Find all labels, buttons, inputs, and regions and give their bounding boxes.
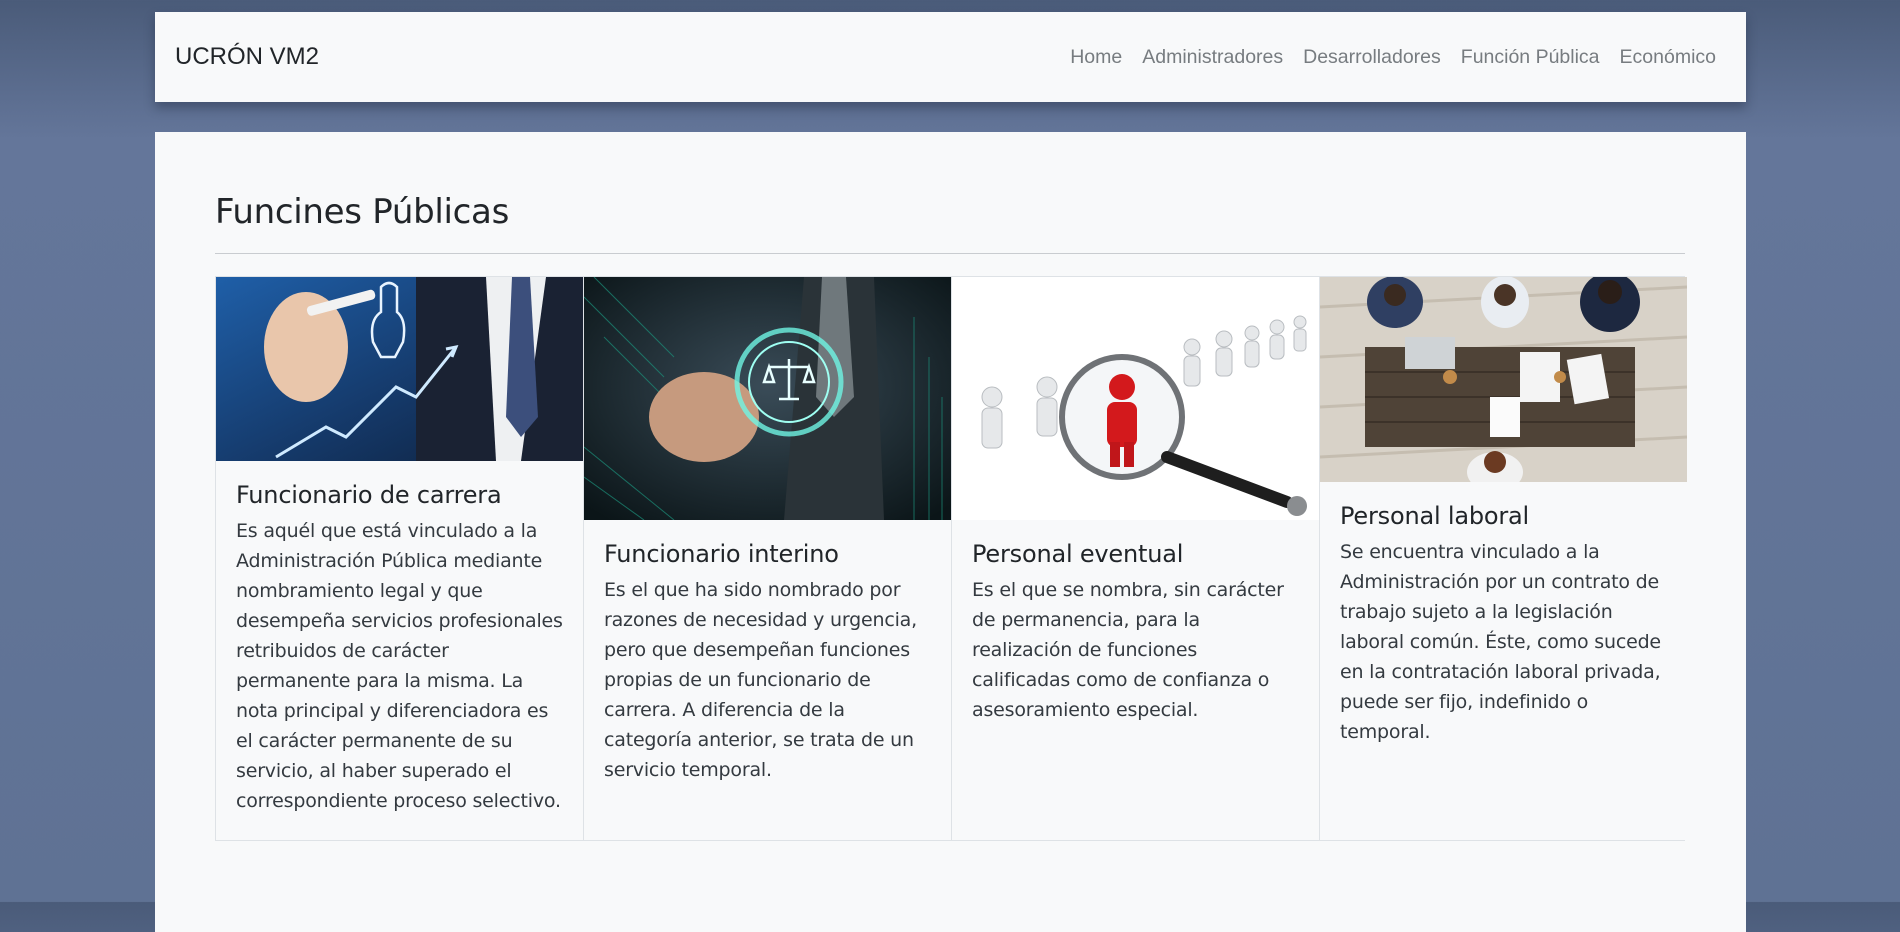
office-meeting-table-image	[1320, 277, 1687, 482]
title-divider	[215, 253, 1685, 254]
card-personal-eventual: Personal eventual Es el que se nombra, s…	[952, 277, 1320, 840]
nav-desarrolladores[interactable]: Desarrolladores	[1293, 46, 1451, 69]
nav-home[interactable]: Home	[1060, 46, 1132, 69]
card-body: Personal eventual Es el que se nombra, s…	[952, 520, 1319, 725]
brand-link[interactable]: UCRÓN VM2	[175, 43, 319, 71]
card-personal-laboral: Personal laboral Se encuentra vinculado …	[1320, 277, 1687, 840]
main-container: Funcines Públicas Funcionario de carrera…	[155, 132, 1746, 932]
card-text: Es el que ha sido nombrado por razones d…	[604, 579, 917, 781]
card-funcionario-interino: Funcionario interino Es el que ha sido n…	[584, 277, 952, 840]
card-text: Es el que se nombra, sin carácter de per…	[972, 579, 1284, 721]
nav-funcion-publica[interactable]: Función Pública	[1451, 46, 1610, 69]
card-body: Funcionario interino Es el que ha sido n…	[584, 520, 951, 785]
page-title: Funcines Públicas	[215, 192, 509, 232]
card-title: Personal laboral	[1340, 502, 1529, 530]
card-title: Personal eventual	[972, 540, 1184, 568]
card-title: Funcionario interino	[604, 540, 839, 568]
nav-links: Home Administradores Desarrolladores Fun…	[1060, 46, 1716, 69]
justice-scales-touch-image	[584, 277, 951, 520]
nav-economico[interactable]: Económico	[1610, 46, 1716, 69]
card-funcionario-carrera: Funcionario de carrera Es aquél que está…	[216, 277, 584, 840]
career-growth-chart-image	[216, 277, 583, 461]
card-group: Funcionario de carrera Es aquél que está…	[215, 276, 1687, 841]
card-text: Se encuentra vinculado a la Administraci…	[1340, 541, 1661, 743]
card-body: Personal laboral Se encuentra vinculado …	[1320, 482, 1687, 747]
top-navbar: UCRÓN VM2 Home Administradores Desarroll…	[155, 12, 1746, 102]
nav-administradores[interactable]: Administradores	[1132, 46, 1293, 69]
card-title: Funcionario de carrera	[236, 481, 502, 509]
magnifier-selection-image	[952, 277, 1319, 520]
card-text: Es aquél que está vinculado a la Adminis…	[236, 520, 563, 812]
card-body: Funcionario de carrera Es aquél que está…	[216, 461, 583, 816]
